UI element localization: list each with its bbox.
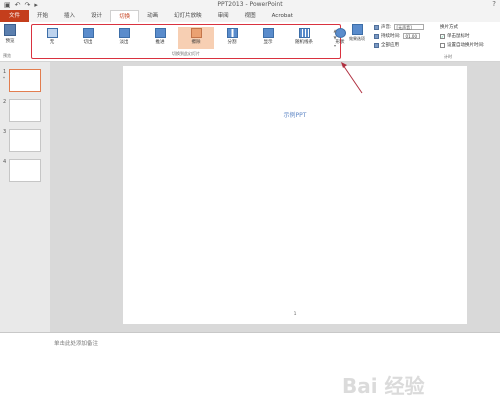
title-bar: ▣ ↶ ↷ ▸ PPT2013 - PowerPoint ? bbox=[0, 0, 500, 10]
ribbon-panel: 预览 预览 无 切出 淡出 推进 擦除 分割 显示 随机线条 形状 ▲ ▼ ▾ … bbox=[0, 22, 500, 62]
after-row[interactable]: 设置自动换片时间: bbox=[440, 42, 485, 48]
duration-input[interactable]: 01.00 bbox=[402, 33, 420, 39]
slide-thumbnail[interactable] bbox=[9, 69, 41, 92]
effect-options-button[interactable]: 效果选项 bbox=[345, 24, 369, 42]
sound-row: 声音: [无声音] bbox=[374, 24, 424, 30]
tab-animations[interactable]: 动画 bbox=[139, 10, 166, 22]
thumbnail-transition-marker: * bbox=[3, 76, 5, 81]
slide-title-text[interactable]: 示例PPT bbox=[123, 110, 467, 119]
push-transition-icon bbox=[154, 28, 166, 38]
apply-all-icon bbox=[374, 42, 379, 48]
preview-label: 预览 bbox=[5, 39, 15, 44]
notes-pane[interactable]: 单击此处添加备注 bbox=[0, 332, 500, 411]
watermark-logo: Bai 经验 bbox=[342, 374, 425, 398]
current-slide[interactable]: 示例PPT 1 bbox=[123, 66, 467, 324]
preview-button[interactable]: 预览 bbox=[2, 24, 18, 44]
slide-thumbnail[interactable] bbox=[9, 99, 41, 122]
tab-transitions[interactable]: 切换 bbox=[110, 10, 140, 22]
transition-label: 擦除 bbox=[191, 40, 201, 45]
after-checkbox[interactable] bbox=[440, 42, 445, 48]
slide-thumbnails-pane: 1 * 2 3 4 bbox=[0, 62, 50, 332]
tab-home[interactable]: 开始 bbox=[29, 10, 56, 22]
transition-label: 分割 bbox=[227, 40, 237, 45]
on-click-row[interactable]: ✓ 单击鼠标时 bbox=[440, 33, 470, 39]
tab-design[interactable]: 设计 bbox=[83, 10, 110, 22]
duration-label: 持续时间: bbox=[381, 34, 401, 39]
gallery-scrollbar[interactable]: ▲ ▼ ▾ bbox=[332, 27, 338, 49]
slide-thumbnail[interactable] bbox=[9, 159, 41, 182]
effect-options-label: 效果选项 bbox=[349, 36, 365, 41]
cut-transition-icon bbox=[82, 28, 94, 38]
transition-label: 淡出 bbox=[119, 40, 129, 45]
slide-thumbnail[interactable] bbox=[9, 129, 41, 152]
transitions-group-label: 切换到此幻灯片 bbox=[172, 51, 200, 56]
tab-insert[interactable]: 插入 bbox=[56, 10, 83, 22]
sound-label: 声音: bbox=[381, 25, 392, 30]
apply-all-label[interactable]: 全部应用 bbox=[381, 42, 399, 48]
slide-number: 1 bbox=[293, 312, 297, 317]
gallery-up-icon[interactable]: ▲ bbox=[333, 28, 336, 33]
transition-wipe[interactable]: 擦除 bbox=[178, 27, 214, 49]
transition-push[interactable]: 推进 bbox=[142, 27, 178, 49]
window-title: PPT2013 - PowerPoint bbox=[217, 1, 283, 8]
transition-none[interactable]: 无 bbox=[34, 27, 70, 49]
transition-split[interactable]: 分割 bbox=[214, 27, 250, 49]
tab-acrobat[interactable]: Acrobat bbox=[264, 10, 301, 22]
timing-group-label: 计时 bbox=[444, 54, 452, 59]
reveal-transition-icon bbox=[262, 28, 274, 38]
tab-review[interactable]: 审阅 bbox=[210, 10, 237, 22]
transitions-gallery-highlight: 无 切出 淡出 推进 擦除 分割 显示 随机线条 形状 ▲ ▼ ▾ 切换到此幻灯… bbox=[31, 24, 346, 59]
random-bars-transition-icon bbox=[298, 28, 310, 38]
duration-icon bbox=[374, 33, 379, 39]
none-transition-icon bbox=[46, 28, 58, 38]
apply-all-row[interactable]: 全部应用 bbox=[374, 42, 399, 48]
duration-row: 持续时间: 01.00 bbox=[374, 33, 420, 39]
thumbnail-number: 3 bbox=[3, 129, 7, 135]
tab-file[interactable]: 文件 bbox=[0, 10, 30, 22]
on-click-label: 单击鼠标时 bbox=[447, 34, 470, 39]
tab-view[interactable]: 视图 bbox=[237, 10, 264, 22]
gallery-down-icon[interactable]: ▼ bbox=[333, 35, 336, 40]
preview-group-label: 预览 bbox=[3, 53, 11, 58]
thumbnail-number: 1 bbox=[3, 69, 7, 75]
preview-icon bbox=[4, 24, 16, 36]
gallery-more-icon[interactable]: ▾ bbox=[334, 43, 336, 48]
transition-label: 显示 bbox=[263, 40, 273, 45]
sound-dropdown[interactable]: [无声音] bbox=[393, 24, 424, 30]
transition-label: 切出 bbox=[83, 40, 93, 45]
transition-cut[interactable]: 切出 bbox=[70, 27, 106, 49]
help-icon[interactable]: ? bbox=[492, 0, 496, 8]
timing-group: 声音: [无声音] 持续时间: 01.00 全部应用 换片方式 ✓ 单击鼠标时 … bbox=[374, 24, 500, 60]
advance-slide-label: 换片方式 bbox=[440, 25, 458, 30]
transition-label: 随机线条 bbox=[295, 40, 313, 45]
split-transition-icon bbox=[226, 28, 238, 38]
transitions-gallery: 无 切出 淡出 推进 擦除 分割 显示 随机线条 形状 bbox=[34, 27, 358, 49]
wipe-transition-icon bbox=[190, 28, 202, 38]
annotation-arrow bbox=[341, 62, 363, 94]
on-click-checkbox[interactable]: ✓ bbox=[440, 33, 445, 39]
effect-options-icon bbox=[351, 24, 363, 35]
ribbon-tabs: 文件 开始 插入 设计 切换 动画 幻灯片放映 审阅 视图 Acrobat bbox=[0, 10, 500, 22]
transition-label: 无 bbox=[49, 40, 55, 45]
transition-label: 推进 bbox=[155, 40, 165, 45]
notes-placeholder[interactable]: 单击此处添加备注 bbox=[54, 339, 98, 347]
transition-reveal[interactable]: 显示 bbox=[250, 27, 286, 49]
thumbnail-number: 4 bbox=[3, 159, 7, 165]
transition-random-bars[interactable]: 随机线条 bbox=[286, 27, 322, 49]
transition-fade[interactable]: 淡出 bbox=[106, 27, 142, 49]
advance-slide-header: 换片方式 bbox=[440, 24, 458, 30]
sound-icon bbox=[374, 24, 379, 30]
slide-editing-area: 示例PPT 1 bbox=[50, 62, 500, 332]
thumbnail-number: 2 bbox=[3, 99, 7, 105]
after-label: 设置自动换片时间: bbox=[447, 43, 485, 48]
tab-slide-show[interactable]: 幻灯片放映 bbox=[166, 10, 210, 22]
fade-transition-icon bbox=[118, 28, 130, 38]
